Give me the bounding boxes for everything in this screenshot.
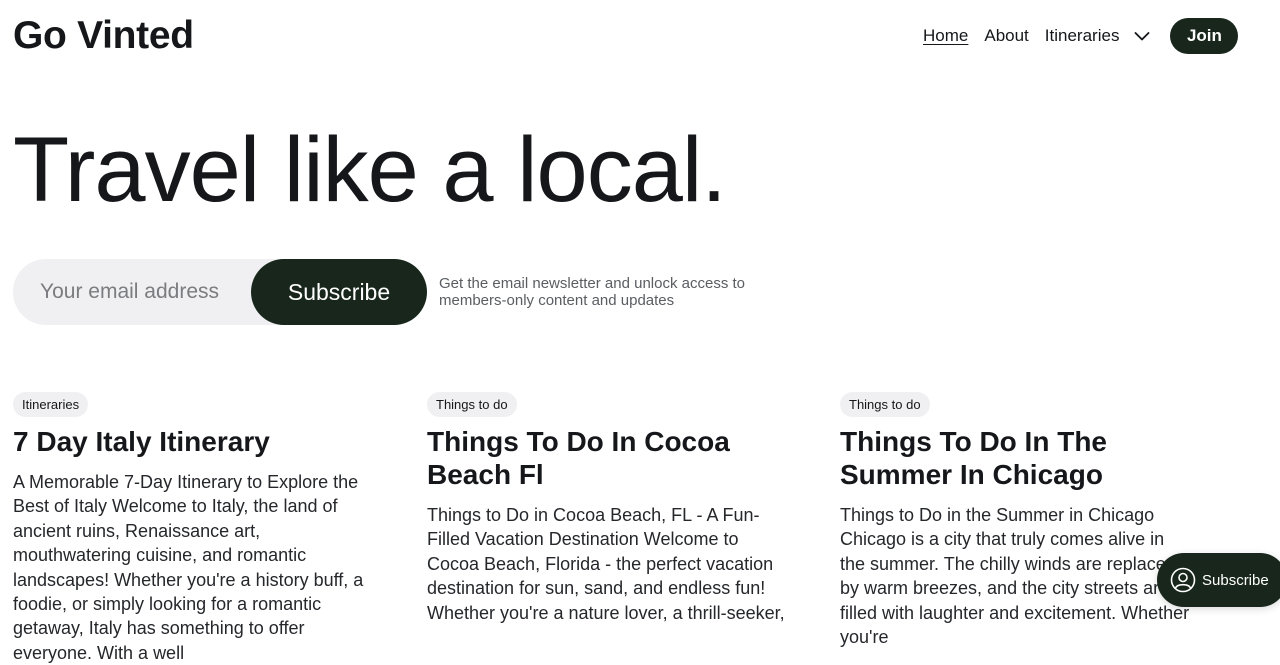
post-title[interactable]: Things To Do In The Summer In Chicago [840,425,1200,491]
floating-subscribe-label: Subscribe [1202,571,1269,589]
post-title[interactable]: Things To Do In Cocoa Beach Fl [427,425,807,491]
hero-title: Travel like a local. [13,119,727,221]
post-excerpt: Things to Do in the Summer in Chicago Ch… [840,505,1190,648]
post-title[interactable]: 7 Day Italy Itinerary [13,425,393,458]
post-excerpt: Things to Do in Cocoa Beach, FL - A Fun-… [427,505,785,623]
subscribe-note: Get the email newsletter and unlock acce… [439,275,745,309]
post-tag[interactable]: Things to do [427,392,517,417]
post-excerpt: A Memorable 7-Day Itinerary to Explore t… [13,472,364,663]
post-tag[interactable]: Itineraries [13,392,89,417]
subscribe-form: Subscribe [13,259,427,325]
post-card: Things to do Things To Do In The Summer … [840,392,1220,649]
floating-subscribe-button[interactable]: Subscribe [1157,553,1280,607]
chevron-down-icon[interactable] [1132,26,1152,46]
nav-home-link[interactable]: Home [923,18,968,54]
site-logo[interactable]: Go Vinted [13,13,194,59]
post-card: Itineraries 7 Day Italy Itinerary A Memo… [13,392,393,665]
email-input[interactable] [13,259,253,325]
site-header: Go Vinted Home About Itineraries Join [0,0,1280,74]
subscribe-button[interactable]: Subscribe [251,259,427,325]
main-nav: Home About Itineraries Join [923,18,1239,54]
post-tag[interactable]: Things to do [840,392,930,417]
join-button[interactable]: Join [1170,18,1239,54]
nav-about-link[interactable]: About [984,18,1028,54]
post-card: Things to do Things To Do In Cocoa Beach… [427,392,807,625]
nav-itineraries-link[interactable]: Itineraries [1045,18,1120,54]
user-circle-icon [1170,567,1196,593]
